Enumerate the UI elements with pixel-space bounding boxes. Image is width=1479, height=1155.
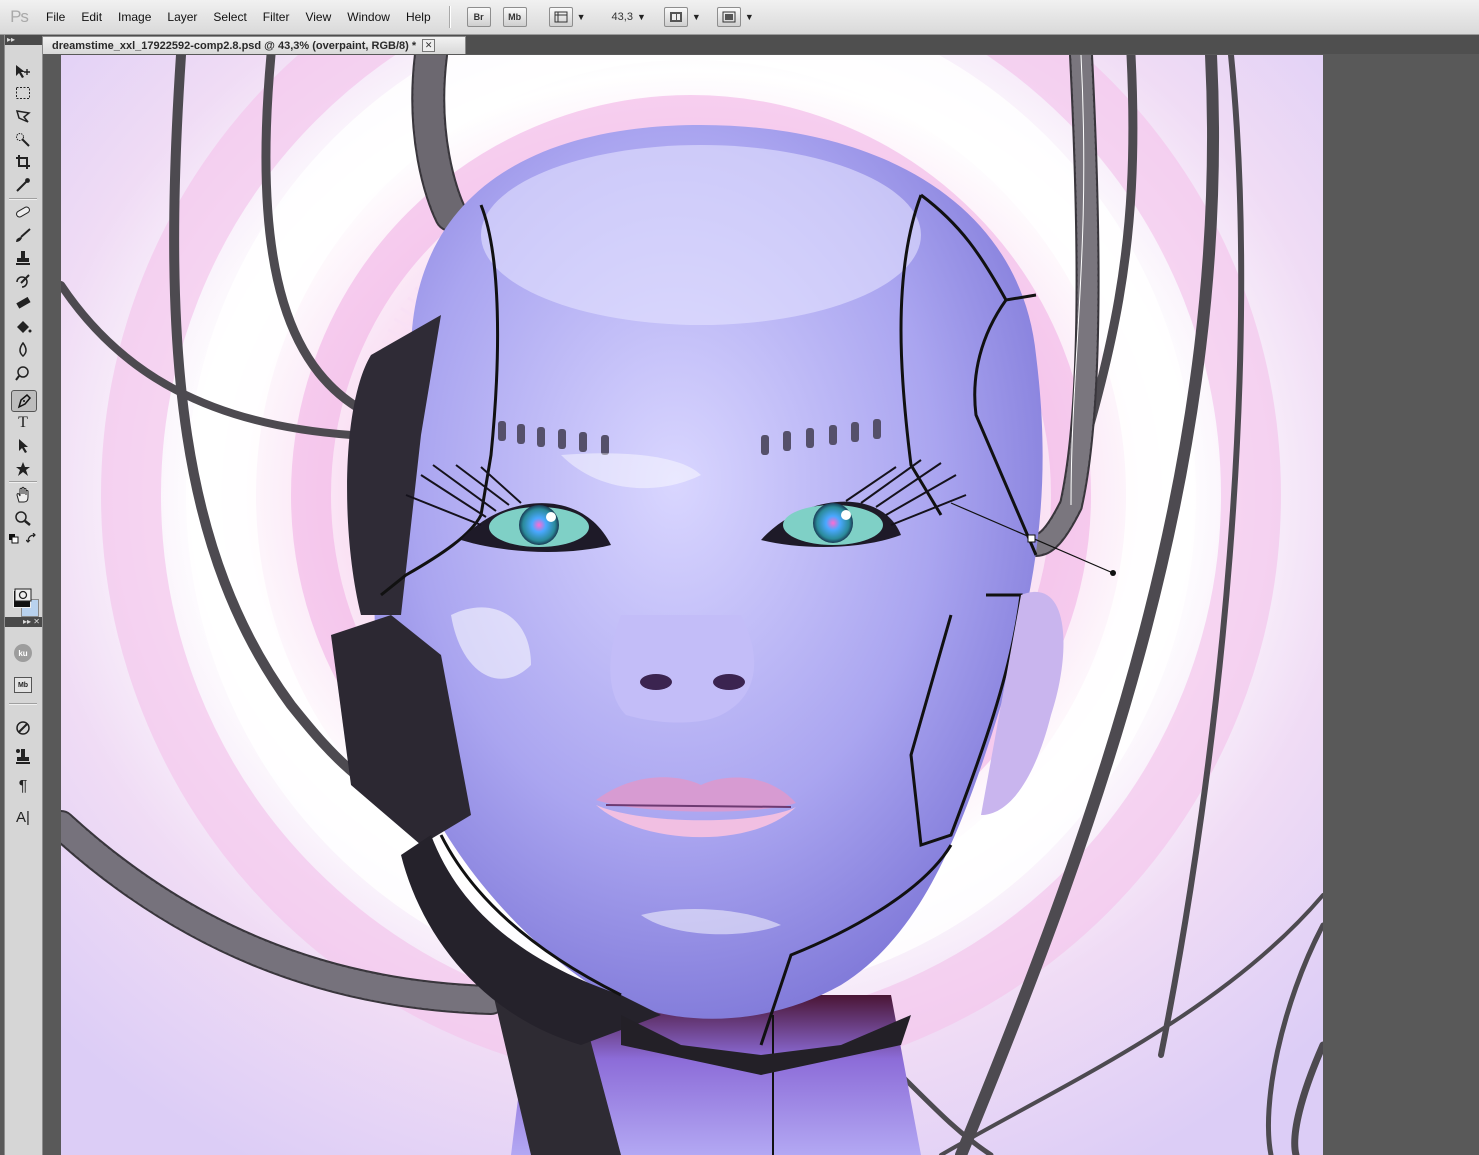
character-panel-icon[interactable]: A| [11, 807, 35, 827]
view-extras-icon [554, 11, 568, 23]
paint-bucket-tool-icon[interactable] [11, 317, 35, 337]
chevron-down-icon[interactable]: ▼ [637, 12, 646, 22]
menu-image[interactable]: Image [110, 10, 159, 24]
menu-help[interactable]: Help [398, 10, 439, 24]
eyedropper-tool-icon[interactable] [11, 175, 35, 195]
document-tab[interactable]: dreamstime_xxl_17922592-comp2.8.psd @ 43… [42, 36, 466, 54]
pen-tool-icon[interactable] [11, 390, 37, 412]
minibridge-panel-button[interactable]: Mb [11, 675, 35, 695]
secondary-panel-header[interactable]: ▸▸ ✕ [5, 617, 42, 627]
dodge-tool-icon[interactable] [11, 363, 35, 383]
kuler-panel-button[interactable]: ku [11, 643, 35, 663]
document-canvas[interactable] [61, 55, 1323, 1155]
chevron-down-icon[interactable]: ▼ [692, 12, 701, 22]
menu-select[interactable]: Select [205, 10, 254, 24]
healing-brush-tool-icon[interactable] [11, 202, 35, 222]
lasso-tool-icon[interactable] [11, 106, 35, 126]
hand-tool-icon[interactable] [11, 485, 35, 505]
minibridge-icon: Mb [14, 677, 32, 693]
launch-bridge-button[interactable]: Br [466, 7, 491, 27]
eraser-tool-icon[interactable] [11, 294, 35, 314]
paragraph-panel-icon[interactable]: ¶ [11, 777, 35, 797]
menu-window[interactable]: Window [339, 10, 398, 24]
brush-tool-icon[interactable] [11, 225, 35, 245]
zoom-level[interactable]: 43,3 [612, 11, 633, 23]
path-selection-tool-icon[interactable] [11, 436, 35, 456]
kuler-icon: ku [14, 644, 32, 662]
chevron-down-icon[interactable]: ▼ [745, 12, 754, 22]
tool-divider [9, 198, 37, 200]
clone-source-icon[interactable] [11, 747, 35, 767]
clone-stamp-tool-icon[interactable] [11, 248, 35, 268]
quick-mask-mode-button[interactable] [14, 588, 32, 602]
quick-mask-icon [14, 588, 32, 602]
quick-selection-tool-icon[interactable] [11, 129, 35, 149]
menu-bar: Ps File Edit Image Layer Select Filter V… [0, 0, 1479, 35]
crop-tool-icon[interactable] [11, 152, 35, 172]
arrange-documents-icon [669, 12, 682, 22]
move-tool-icon[interactable] [11, 61, 35, 81]
menu-view[interactable]: View [297, 10, 339, 24]
tool-divider [9, 703, 37, 705]
menu-file[interactable]: File [38, 10, 73, 24]
arrange-documents-button[interactable] [663, 7, 688, 27]
marquee-tool-icon[interactable] [11, 83, 35, 103]
default-colors-icon[interactable] [7, 533, 21, 545]
history-brush-tool-icon[interactable] [11, 271, 35, 291]
brush-presets-icon[interactable] [11, 718, 35, 738]
custom-shape-tool-icon[interactable] [11, 459, 35, 479]
menu-filter[interactable]: Filter [255, 10, 298, 24]
close-document-icon[interactable]: ✕ [422, 39, 436, 52]
view-extras-button[interactable] [548, 7, 573, 27]
swap-colors-icon[interactable] [25, 533, 39, 545]
launch-minibridge-button[interactable]: Mb [502, 7, 527, 27]
screen-mode-icon [722, 11, 736, 23]
zoom-tool-icon[interactable] [11, 508, 35, 528]
type-tool-icon[interactable]: T [11, 413, 35, 433]
blur-tool-icon[interactable] [11, 340, 35, 360]
document-title: dreamstime_xxl_17922592-comp2.8.psd @ 43… [52, 39, 417, 52]
tool-divider [9, 481, 37, 483]
chevron-down-icon[interactable]: ▼ [577, 12, 586, 22]
tools-panel-grip[interactable]: ▸▸ [5, 35, 42, 45]
artwork [61, 55, 1323, 1155]
menu-layer[interactable]: Layer [159, 10, 205, 24]
document-tab-bar: dreamstime_xxl_17922592-comp2.8.psd @ 43… [42, 35, 1479, 54]
menu-edit[interactable]: Edit [73, 10, 110, 24]
photoshop-logo: Ps [10, 7, 29, 26]
screen-mode-button[interactable] [716, 7, 741, 27]
menu-separator [448, 6, 451, 28]
